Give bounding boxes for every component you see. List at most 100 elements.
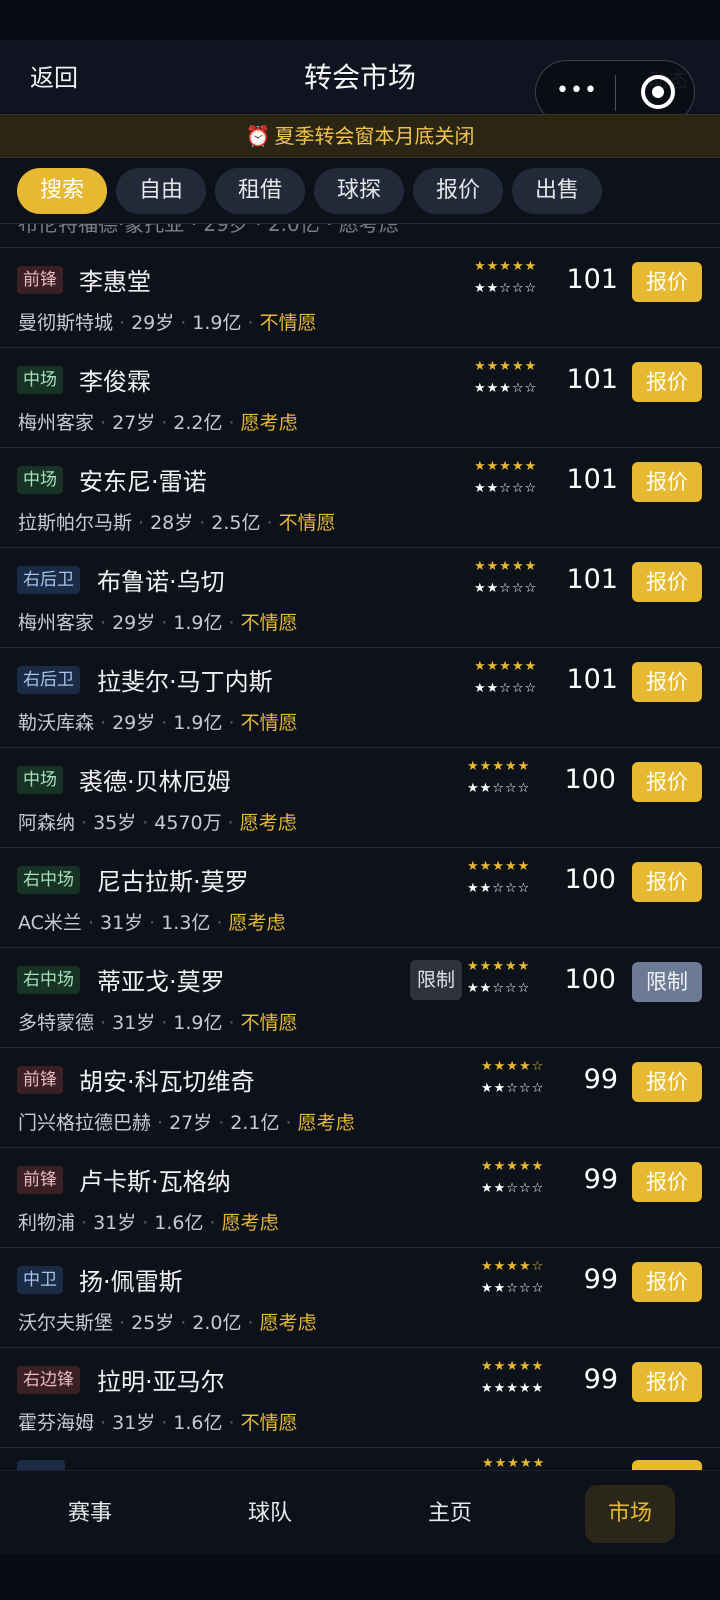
potential-stars: ★★☆☆☆ [467,881,531,896]
more-menu-icon[interactable]: ••• [556,78,598,103]
tab-search[interactable]: 搜索 [17,168,107,214]
willingness: 不情愿 [278,512,336,534]
close-target-icon[interactable] [641,75,675,109]
player-info: 利物浦 · 31岁 · 1.6亿 · 愿考虑 [18,1212,279,1234]
market-value: 1.9亿 [173,712,223,734]
willingness: 不情愿 [240,612,298,634]
star-rating: ★★★★★ ★★☆☆☆ [474,256,556,300]
market-value: 2.5亿 [211,512,261,534]
age: 27岁 [169,1112,213,1134]
willingness: 愿考虑 [259,1312,317,1334]
player-row[interactable]: 右后卫 拉斐尔·马丁内斯 勒沃库森 · 29岁 · 1.9亿 · 不情愿 ★★★★★ ★★☆☆… [0,648,720,748]
tab-market[interactable]: 市场 [585,1485,675,1543]
player-info: 阿森纳 · 35岁 · 4570万 · 愿考虑 [18,812,297,834]
player-row[interactable]: 中场 李俊霖 梅州客家 · 27岁 · 2.2亿 · 愿考虑 ★★★★★ ★★★☆☆ 101 … [0,348,720,448]
filter-tabs: 搜索 自由 租借 球探 报价 出售 [0,158,720,224]
offer-button[interactable]: 报价 [632,862,702,902]
tab-free[interactable]: 自由 [116,168,206,214]
club: 梅州客家 [18,412,95,434]
player-row[interactable]: 前锋 胡安·科瓦切维奇 门兴格拉德巴赫 · 27岁 · 2.1亿 · 愿考虑 ★★★★☆ ★★… [0,1048,720,1148]
tab-offers[interactable]: 报价 [413,168,503,214]
market-value: 1.6亿 [154,1212,204,1234]
tab-scout[interactable]: 球探 [314,168,404,214]
club: 霍芬海姆 [18,1412,95,1434]
player-row[interactable]: 中场 裘德·贝林厄姆 阿森纳 · 35岁 · 4570万 · 愿考虑 ★★★★★ ★★☆☆☆ … [0,748,720,848]
player-info: 沃尔夫斯堡 · 25岁 · 2.0亿 · 愿考虑 [18,1312,317,1334]
ability-stars: ★★★★★ [481,1159,545,1174]
tab-loan[interactable]: 租借 [215,168,305,214]
position-badge: 前锋 [17,266,63,294]
player-name: 拉明·亚马尔 [97,1368,225,1396]
tab-sell[interactable]: 出售 [512,168,602,214]
overall-rating: 100 [564,864,616,895]
overall-rating: 100 [564,764,616,795]
offer-button[interactable]: 报价 [632,1062,702,1102]
ability-stars: ★★★★★ [467,759,531,774]
player-row[interactable]: 中卫 扬·佩雷斯 沃尔夫斯堡 · 25岁 · 2.0亿 · 愿考虑 ★★★★☆ ★★☆☆☆ 9… [0,1248,720,1348]
player-name: 安东尼·雷诺 [79,468,207,496]
market-value: 2.0亿 [192,1312,242,1334]
age: 31岁 [112,1012,156,1034]
willingness: 愿考虑 [239,812,297,834]
player-row[interactable]: 右中场 蒂亚戈·莫罗 限制 多特蒙德 · 31岁 · 1.9亿 · 不情愿 ★★★★★ ★★☆… [0,948,720,1048]
ability-stars: ★★★★☆ [481,1259,545,1274]
player-name: 李俊霖 [79,368,151,396]
age: 25岁 [131,1312,175,1334]
star-rating: ★★★★★ ★★☆☆☆ [467,756,549,800]
market-value: 1.9亿 [173,612,223,634]
tab-matches[interactable]: 赛事 [45,1485,135,1543]
potential-stars: ★★☆☆☆ [467,781,531,796]
tab-home[interactable]: 主页 [405,1485,495,1543]
star-rating: ★★★★★ ★★☆☆☆ [474,656,556,700]
restricted-button[interactable]: 限制 [632,962,702,1002]
player-row[interactable]: 右边锋 拉明·亚马尔 霍芬海姆 · 31岁 · 1.6亿 · 不情愿 ★★★★★ ★★★★★ … [0,1348,720,1448]
potential-stars: ★★☆☆☆ [481,1081,545,1096]
position-badge: 中场 [17,366,63,394]
tab-team[interactable]: 球队 [225,1485,315,1543]
overall-rating: 101 [566,464,618,495]
offer-button[interactable]: 报价 [632,262,702,302]
age: 35岁 [93,812,137,834]
ability-stars: ★★★★★ [481,1359,545,1374]
star-rating: ★★★★☆ ★★☆☆☆ [481,1256,563,1300]
position-badge: 中场 [17,766,63,794]
willingness: 愿考虑 [228,912,286,934]
player-row[interactable]: 前锋 李惠堂 曼彻斯特城 · 29岁 · 1.9亿 · 不情愿 ★★★★★ ★★☆☆☆ 101… [0,248,720,348]
player-row[interactable]: 右中场 尼古拉斯·莫罗 AC米兰 · 31岁 · 1.3亿 · 愿考虑 ★★★★★ ★★☆☆☆… [0,848,720,948]
star-rating: ★★★★★ ★★☆☆☆ [474,456,556,500]
player-name: 拉斐尔·马丁内斯 [97,668,273,696]
player-name: 卢卡斯·瓦格纳 [79,1168,231,1196]
player-info: 多特蒙德 · 31岁 · 1.9亿 · 不情愿 [18,1012,298,1034]
club: 利物浦 [18,1212,76,1234]
ability-stars: ★★★★★ [474,459,538,474]
player-name: 蒂亚戈·莫罗 [97,968,225,996]
offer-button[interactable]: 报价 [632,462,702,502]
offer-button[interactable]: 报价 [632,1362,702,1402]
overall-rating: 99 [583,1064,618,1095]
offer-button[interactable]: 报价 [632,562,702,602]
offer-button[interactable]: 报价 [632,1262,702,1302]
offer-button[interactable]: 报价 [632,762,702,802]
status-bar [0,0,720,40]
star-rating: ★★★★★ ★★☆☆☆ [474,556,556,600]
club: 门兴格拉德巴赫 [18,1112,152,1134]
star-rating: ★★★★☆ ★★☆☆☆ [481,1056,563,1100]
capsule-divider [615,75,616,111]
player-row[interactable]: 前锋 卢卡斯·瓦格纳 利物浦 · 31岁 · 1.6亿 · 愿考虑 ★★★★★ ★★☆☆☆ 9… [0,1148,720,1248]
position-badge: 右中场 [17,966,80,994]
willingness: 愿考虑 [221,1212,279,1234]
club: 阿森纳 [18,812,76,834]
star-rating: ★★★★★ ★★☆☆☆ [467,956,549,1000]
offer-button[interactable]: 报价 [632,1162,702,1202]
player-row[interactable]: 右后卫 布鲁诺·乌切 梅州客家 · 29岁 · 1.9亿 · 不情愿 ★★★★★ ★★☆☆☆ … [0,548,720,648]
player-row[interactable]: 中场 安东尼·雷诺 拉斯帕尔马斯 · 28岁 · 2.5亿 · 不情愿 ★★★★★ ★★☆☆☆… [0,448,720,548]
offer-button[interactable] [632,1460,702,1470]
overall-rating: 101 [566,364,618,395]
offer-button[interactable]: 报价 [632,662,702,702]
offer-button[interactable]: 报价 [632,362,702,402]
overall-rating: 101 [566,564,618,595]
potential-stars: ★★☆☆☆ [474,581,538,596]
potential-stars: ★★☆☆☆ [481,1281,545,1296]
willingness: 愿考虑 [297,1112,355,1134]
top-nav-bar: 返回 转会市场 动态 ••• [0,40,720,124]
